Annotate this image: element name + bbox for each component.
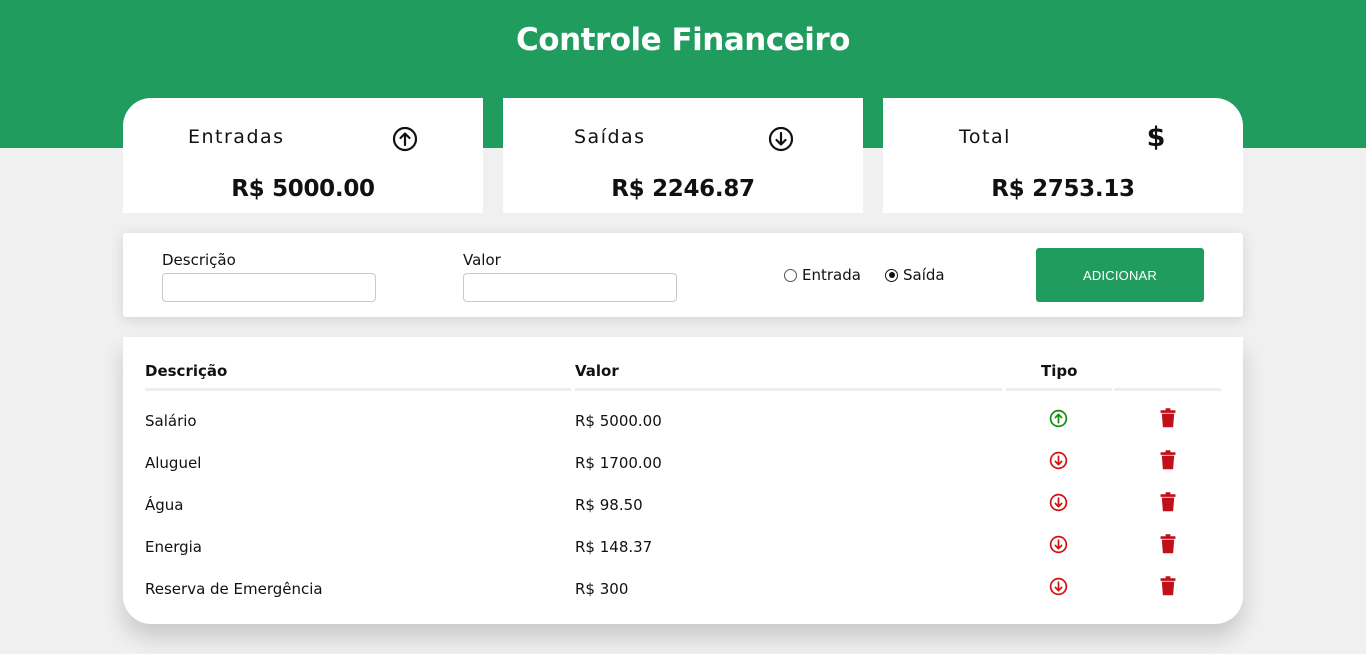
card-total-label: Total xyxy=(959,126,1011,148)
trash-icon[interactable] xyxy=(1160,450,1176,470)
arrow-up-circle-icon xyxy=(392,126,418,152)
radio-entrada[interactable] xyxy=(784,268,797,282)
radio-saida[interactable] xyxy=(885,268,898,282)
header-divider xyxy=(575,388,1002,391)
arrow-down-circle-icon xyxy=(1049,577,1068,596)
header-divider xyxy=(1114,388,1221,391)
dollar-sign-icon: $ xyxy=(1146,122,1166,153)
transactions-table: Descrição Valor Tipo Salário R$ 5000.00 … xyxy=(123,337,1243,624)
row-description: Energia xyxy=(145,538,202,556)
table-row: Reserva de Emergência R$ 300 xyxy=(123,576,1243,622)
card-saidas-label: Saídas xyxy=(574,126,646,148)
table-row: Água R$ 98.50 xyxy=(123,492,1243,538)
card-saidas-value: R$ 2246.87 xyxy=(611,176,755,202)
row-value: R$ 148.37 xyxy=(575,538,653,556)
add-button[interactable]: ADICIONAR xyxy=(1036,248,1204,302)
header-description: Descrição xyxy=(145,362,228,380)
radio-entrada-label: Entrada xyxy=(802,266,861,284)
value-label: Valor xyxy=(463,251,501,269)
row-value: R$ 5000.00 xyxy=(575,412,662,430)
description-label: Descrição xyxy=(162,251,236,269)
card-entradas: Entradas R$ 5000.00 xyxy=(123,98,483,213)
row-description: Salário xyxy=(145,412,197,430)
row-description: Aluguel xyxy=(145,454,202,472)
card-total-value: R$ 2753.13 xyxy=(991,176,1135,202)
trash-icon[interactable] xyxy=(1160,534,1176,554)
header-value: Valor xyxy=(575,362,619,380)
card-saidas: Saídas R$ 2246.87 xyxy=(503,98,863,213)
row-description: Reserva de Emergência xyxy=(145,580,323,598)
table-row: Salário R$ 5000.00 xyxy=(123,408,1243,454)
radio-entrada-option[interactable]: Entrada xyxy=(784,266,861,284)
trash-icon[interactable] xyxy=(1160,492,1176,512)
row-value: R$ 98.50 xyxy=(575,496,643,514)
radio-saida-option[interactable]: Saída xyxy=(885,266,945,284)
table-row: Aluguel R$ 1700.00 xyxy=(123,450,1243,496)
header-divider xyxy=(145,388,571,391)
page-title: Controle Financeiro xyxy=(516,22,850,58)
radio-saida-label: Saída xyxy=(903,266,945,284)
trash-icon[interactable] xyxy=(1160,408,1176,428)
arrow-up-circle-icon xyxy=(1049,409,1068,428)
row-value: R$ 1700.00 xyxy=(575,454,662,472)
table-row: Energia R$ 148.37 xyxy=(123,534,1243,580)
row-value: R$ 300 xyxy=(575,580,629,598)
card-total: Total $ R$ 2753.13 xyxy=(883,98,1243,213)
card-entradas-value: R$ 5000.00 xyxy=(231,176,375,202)
arrow-down-circle-icon xyxy=(1049,451,1068,470)
transaction-form: Descrição Valor Entrada Saída ADICIONAR xyxy=(123,233,1243,317)
description-input[interactable] xyxy=(162,273,376,302)
trash-icon[interactable] xyxy=(1160,576,1176,596)
row-description: Água xyxy=(145,496,184,514)
arrow-down-circle-icon xyxy=(1049,535,1068,554)
value-input[interactable] xyxy=(463,273,677,302)
arrow-down-circle-icon xyxy=(1049,493,1068,512)
arrow-down-circle-icon xyxy=(768,126,794,152)
card-entradas-label: Entradas xyxy=(188,126,285,148)
header-divider xyxy=(1006,388,1112,391)
header-type: Tipo xyxy=(1041,362,1078,380)
